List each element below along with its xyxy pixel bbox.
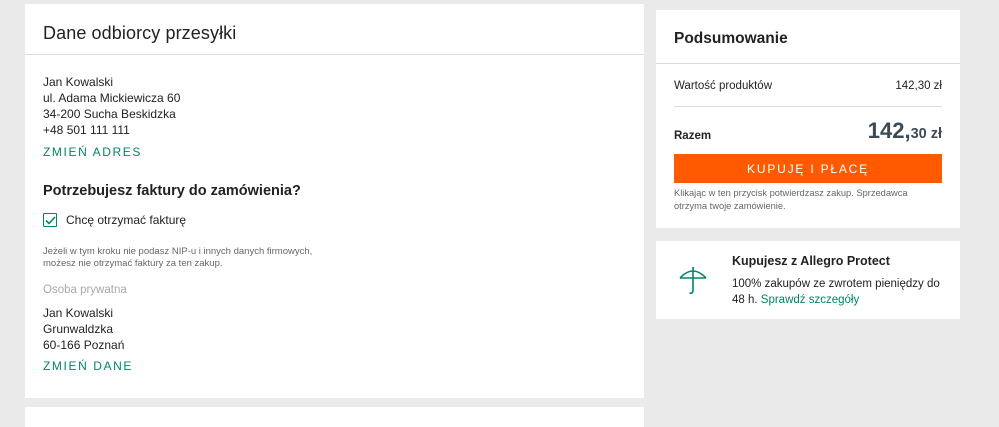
total-row: Razem 142,30 zł — [674, 118, 942, 144]
divider — [674, 106, 942, 107]
invoice-question: Potrzebujesz faktury do zamówienia? — [43, 183, 301, 199]
umbrella-icon — [678, 265, 708, 300]
products-value: 142,30 zł — [895, 80, 942, 92]
next-section-card — [25, 407, 644, 427]
invoice-note-line: Jeżeli w tym kroku nie podasz NIP-u i in… — [43, 246, 313, 257]
buy-and-pay-button[interactable]: KUPUJĘ I PŁACĘ — [674, 154, 942, 183]
invoice-note-line: możesz nie otrzymać faktury za ten zakup… — [43, 258, 223, 269]
change-data-link[interactable]: ZMIEŃ DANE — [43, 359, 133, 373]
total-label: Razem — [674, 130, 712, 142]
protect-text: 100% zakupów ze zwrotem pieniędzy do 48 … — [732, 276, 947, 308]
invoice-checkbox[interactable] — [43, 213, 57, 227]
address-line: Grunwaldzka — [43, 322, 114, 336]
recipient-card: Dane odbiorcy przesyłki Jan Kowalski ul.… — [25, 4, 644, 398]
total-integer: 142, — [867, 118, 911, 143]
recipient-address: Jan Kowalski ul. Adama Mickiewicza 60 34… — [43, 74, 180, 138]
invoice-note: Jeżeli w tym kroku nie podasz NIP-u i in… — [43, 246, 343, 270]
address-line: +48 501 111 111 — [43, 123, 130, 137]
invoice-checkbox-label: Chcę otrzymać fakturę — [66, 213, 187, 227]
protect-title: Kupujesz z Allegro Protect — [732, 254, 890, 268]
invoice-address: Jan Kowalski Grunwaldzka 60-166 Poznań — [43, 305, 124, 353]
address-line: 60-166 Poznań — [43, 338, 125, 352]
address-line: ul. Adama Mickiewicza 60 — [43, 91, 181, 105]
divider — [656, 63, 960, 64]
address-line: Jan Kowalski — [43, 75, 114, 89]
buy-note-line: Klikając w ten przycisk potwierdzasz zak… — [674, 188, 908, 198]
products-value-row: Wartość produktów 142,30 zł — [674, 80, 942, 92]
buy-note: Klikając w ten przycisk potwierdzasz zak… — [674, 187, 944, 212]
products-label: Wartość produktów — [674, 80, 772, 92]
invoice-checkbox-row[interactable]: Chcę otrzymać fakturę — [43, 213, 186, 227]
check-details-link[interactable]: Sprawdź szczegóły — [761, 294, 859, 306]
summary-card: Podsumowanie Wartość produktów 142,30 zł… — [656, 10, 960, 228]
address-line: 34-200 Sucha Beskidzka — [43, 107, 176, 121]
change-address-link[interactable]: ZMIEŃ ADRES — [43, 145, 142, 159]
allegro-protect-card: Kupujesz z Allegro Protect 100% zakupów … — [656, 241, 960, 319]
person-type-label: Osoba prywatna — [43, 284, 127, 296]
total-decimal: 30 — [910, 126, 927, 142]
summary-title: Podsumowanie — [674, 30, 788, 47]
buy-note-line: otrzyma twoje zamówienie. — [674, 200, 786, 211]
total-value: 142,30 zł — [868, 118, 942, 144]
divider — [25, 54, 644, 55]
address-line: Jan Kowalski — [43, 306, 114, 320]
total-currency: zł — [930, 126, 942, 142]
recipient-title: Dane odbiorcy przesyłki — [43, 23, 237, 43]
checkmark-icon — [44, 215, 56, 225]
